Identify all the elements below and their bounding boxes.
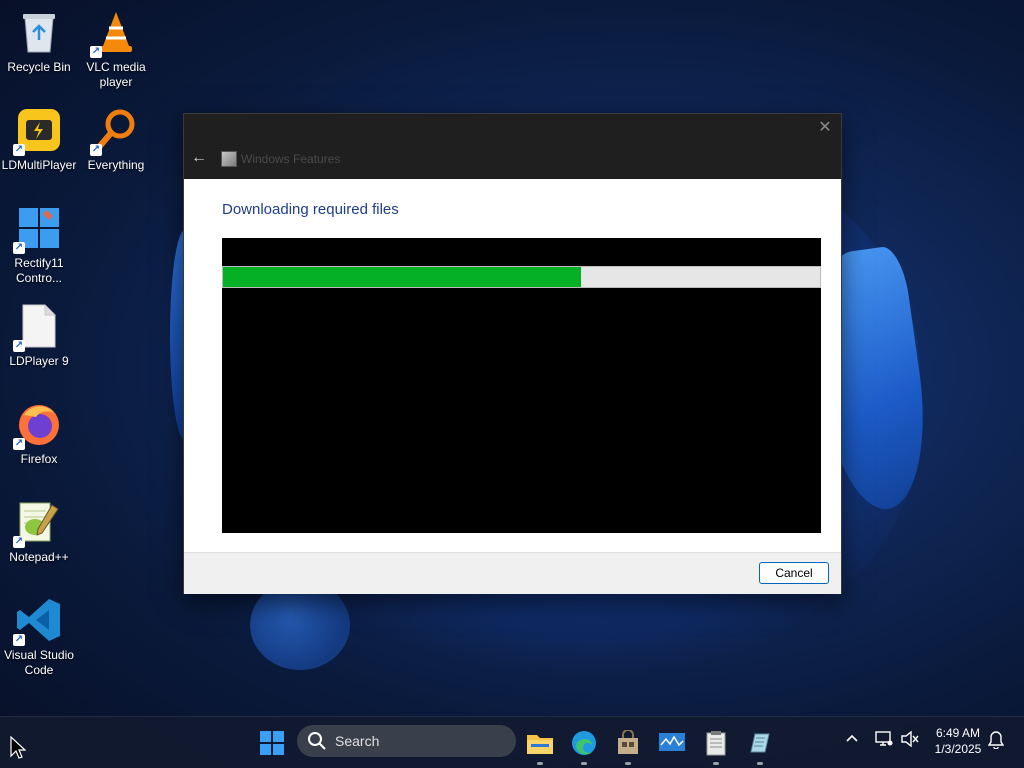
vscode-icon: ↗ xyxy=(13,596,63,646)
desktop-icon-label: Firefox xyxy=(20,452,58,466)
back-button[interactable]: ← xyxy=(191,149,211,167)
desktop-icon-rectify11[interactable]: ↗ Rectify11 Contro... xyxy=(0,204,78,286)
resource-monitor-button[interactable] xyxy=(656,727,688,759)
notepadpp-icon: ↗ xyxy=(13,498,63,548)
shortcut-arrow-icon: ↗ xyxy=(90,46,102,58)
edge-button[interactable] xyxy=(568,727,600,765)
mouse-cursor-icon xyxy=(10,736,26,759)
clock-date: 1/3/2025 xyxy=(934,742,982,756)
notepad-icon xyxy=(706,731,726,756)
edge-icon xyxy=(572,731,596,755)
shortcut-arrow-icon: ↗ xyxy=(90,144,102,156)
start-button[interactable] xyxy=(256,727,288,759)
desktop-icon-label: LDPlayer 9 xyxy=(9,354,69,368)
store-button[interactable] xyxy=(612,727,644,765)
desktop-icon-label: Everything xyxy=(87,158,145,172)
running-indicator xyxy=(537,762,543,765)
dialog-content: Downloading required files xyxy=(184,179,841,552)
desktop-icon-firefox[interactable]: ↗ Firefox xyxy=(0,400,78,467)
running-indicator xyxy=(713,762,719,765)
windows-features-dialog: ✕ ← Windows Features Downloading require… xyxy=(183,113,842,594)
cancel-button[interactable]: Cancel xyxy=(759,562,829,584)
file-explorer-button[interactable] xyxy=(524,727,556,765)
sound-button[interactable] xyxy=(901,730,919,750)
windows-features-icon xyxy=(221,151,237,167)
progress-bar-fill xyxy=(223,267,582,287)
desktop-icon-everything[interactable]: ↗ Everything xyxy=(77,106,155,173)
everything-search-icon: ↗ xyxy=(90,106,140,156)
shortcut-arrow-icon: ↗ xyxy=(13,340,25,352)
disk-cleanup-icon xyxy=(750,733,770,753)
desktop-icon-vlc[interactable]: ↗ VLC media player xyxy=(77,8,155,90)
close-button[interactable]: ✕ xyxy=(817,120,833,136)
clock[interactable]: 6:49 AM 1/3/2025 xyxy=(926,725,990,757)
desktop-icon-label: Visual Studio Code xyxy=(4,648,74,677)
folder-icon xyxy=(527,735,553,754)
store-icon xyxy=(618,730,638,754)
speaker-muted-icon xyxy=(901,730,919,748)
shortcut-arrow-icon: ↗ xyxy=(13,634,25,646)
windows-logo-icon xyxy=(260,731,284,755)
disk-cleanup-button[interactable] xyxy=(744,727,776,765)
search-label: Search xyxy=(335,733,380,749)
progress-area xyxy=(222,238,821,533)
desktop-icon-notepadpp[interactable]: ↗ Notepad++ xyxy=(0,498,78,565)
dialog-titlebar[interactable]: ✕ ← Windows Features xyxy=(184,114,841,179)
desktop-icon-label: Rectify11 Contro... xyxy=(14,256,64,285)
shortcut-arrow-icon: ↗ xyxy=(13,144,25,156)
network-button[interactable] xyxy=(875,731,893,750)
rectify11-icon: ↗ xyxy=(13,204,63,254)
taskbar: Search 6:49 AM 1/3/2025 xyxy=(0,716,1024,768)
running-indicator xyxy=(625,762,631,765)
clock-time: 6:49 AM xyxy=(935,726,981,740)
desktop-icon-ldplayer[interactable]: ↗ LDPlayer 9 xyxy=(0,302,78,369)
desktop-icon-label: LDMultiPlayer xyxy=(1,158,77,172)
bell-icon xyxy=(987,731,1005,750)
running-indicator xyxy=(581,762,587,765)
desktop-icon-recycle-bin[interactable]: Recycle Bin xyxy=(0,8,78,75)
desktop-icon-label: VLC media player xyxy=(86,60,146,89)
shortcut-arrow-icon: ↗ xyxy=(13,242,25,254)
desktop-icon-label: Recycle Bin xyxy=(7,60,71,74)
shortcut-arrow-icon: ↗ xyxy=(13,536,25,548)
shortcut-arrow-icon: ↗ xyxy=(13,438,25,450)
desktop-icon-ldmultiplayer[interactable]: ↗ LDMultiPlayer xyxy=(0,106,78,173)
desktop-icon-label: Notepad++ xyxy=(9,550,69,564)
taskbar-search[interactable]: Search xyxy=(297,725,516,757)
ldmultiplayer-icon: ↗ xyxy=(13,106,63,156)
recycle-bin-icon xyxy=(15,8,63,56)
firefox-icon: ↗ xyxy=(13,400,63,450)
vlc-cone-icon: ↗ xyxy=(90,8,140,58)
notepad-button[interactable] xyxy=(700,727,732,765)
search-icon xyxy=(308,732,326,750)
network-icon xyxy=(875,731,893,746)
show-hidden-icons-button[interactable] xyxy=(845,731,859,748)
dialog-title: Windows Features xyxy=(241,152,341,166)
dialog-footer: Cancel xyxy=(184,552,841,594)
chevron-up-icon xyxy=(846,734,858,742)
running-indicator xyxy=(757,762,763,765)
dialog-heading: Downloading required files xyxy=(222,201,399,218)
desktop-icon-vscode[interactable]: ↗ Visual Studio Code xyxy=(0,596,78,678)
progress-bar xyxy=(222,266,821,288)
blank-file-icon: ↗ xyxy=(13,302,63,352)
notifications-button[interactable] xyxy=(987,731,1005,752)
monitor-icon xyxy=(659,733,685,751)
